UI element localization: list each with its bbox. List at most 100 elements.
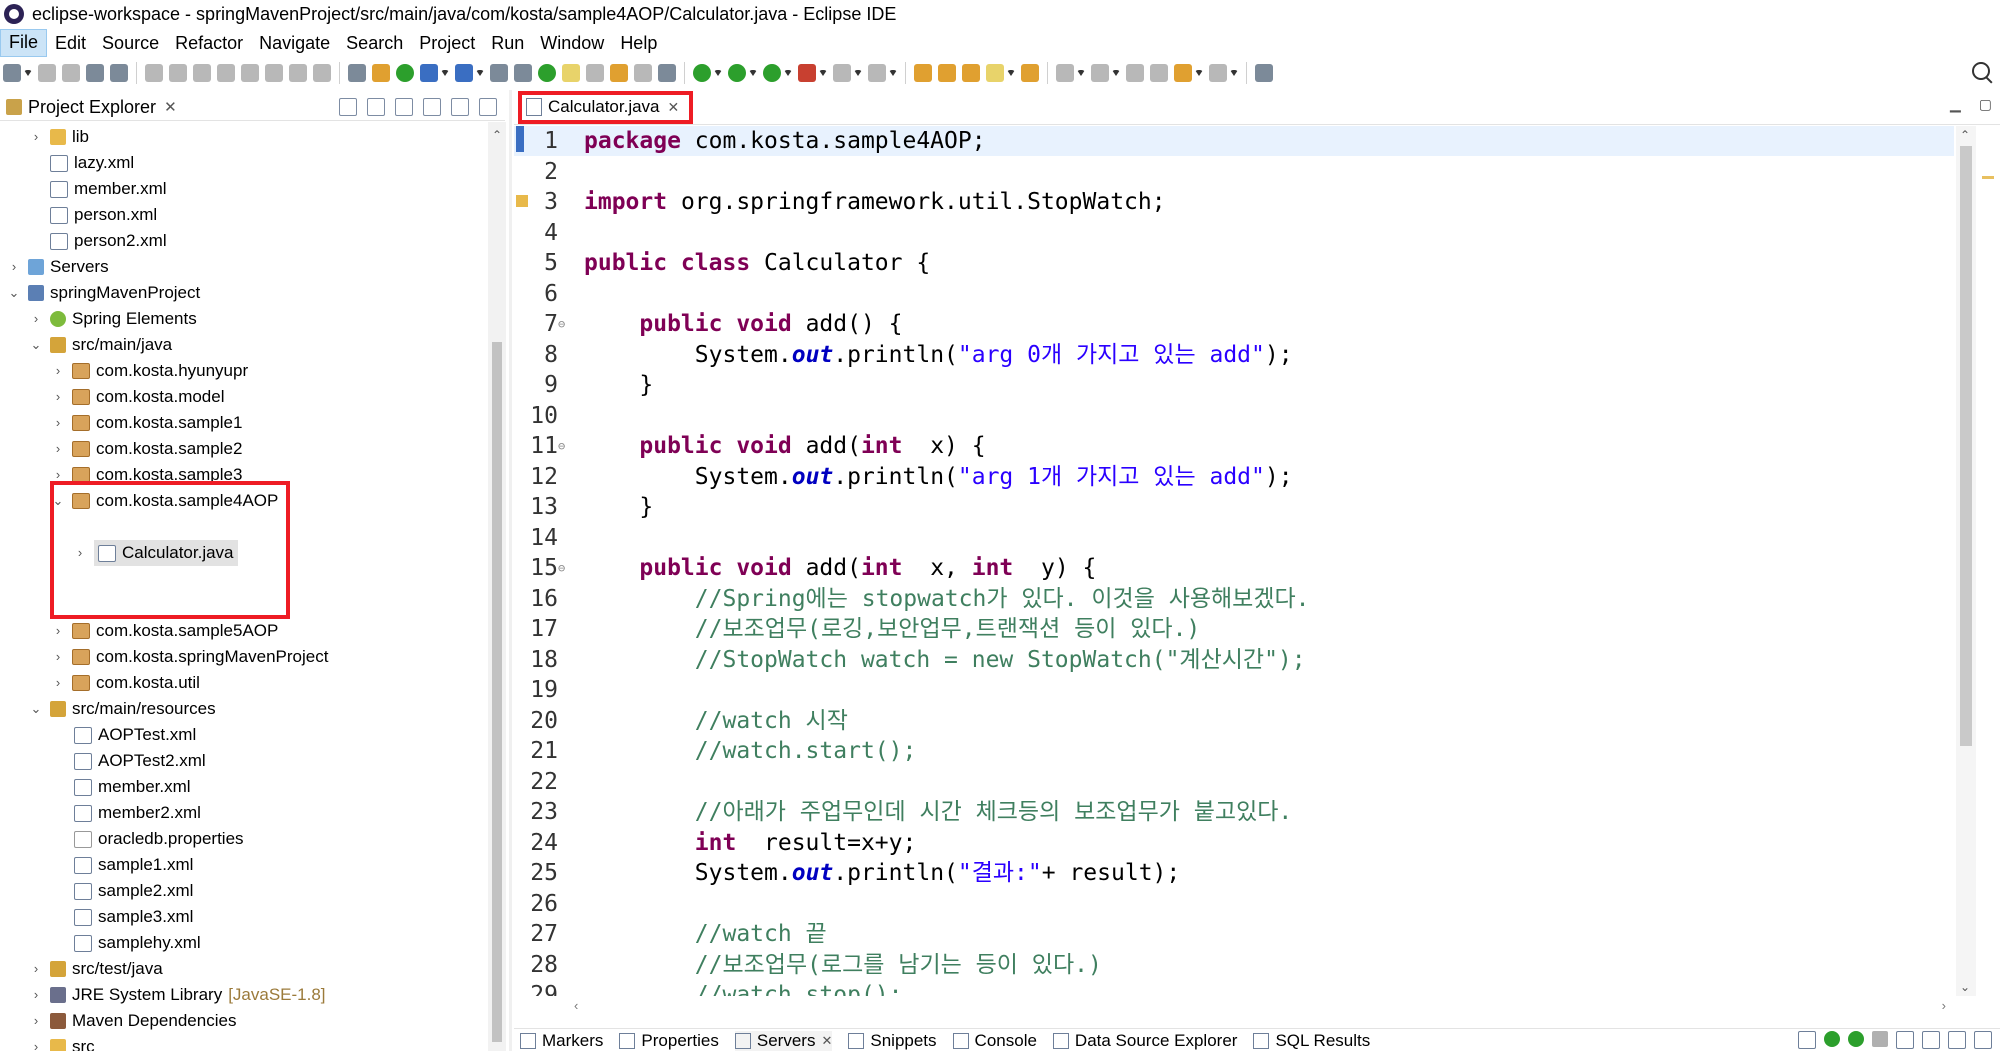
tree-item[interactable]: › src/test/java bbox=[30, 956, 163, 982]
tree-item[interactable]: › JRE System Library [JavaSE-1.8] bbox=[30, 982, 326, 1008]
chevron-right-icon[interactable]: › bbox=[52, 384, 64, 410]
tree-item[interactable]: lazy.xml bbox=[50, 150, 134, 176]
chevron-right-icon[interactable]: › bbox=[52, 644, 64, 670]
chevron-right-icon[interactable]: › bbox=[30, 956, 42, 982]
code-line[interactable]: 7 ⊖ public void add() { bbox=[514, 309, 1954, 339]
resume-icon[interactable] bbox=[169, 64, 187, 82]
project-explorer-scrollbar[interactable]: ⌃ bbox=[488, 122, 506, 1051]
view-menu-icon[interactable] bbox=[423, 98, 441, 116]
editor-vertical-scrollbar[interactable]: ⌃ ⌄ bbox=[1956, 126, 1976, 996]
pilcrow-icon[interactable] bbox=[658, 64, 676, 82]
code-line[interactable]: 12 System.out.println("arg 1개 가지고 있는 add… bbox=[514, 462, 1954, 492]
toggle-mark-occurrences-icon[interactable] bbox=[562, 64, 580, 82]
tab-data-source-explorer[interactable]: Data Source Explorer bbox=[1052, 1031, 1237, 1051]
tree-item[interactable]: AOPTest.xml bbox=[74, 722, 196, 748]
code-line[interactable]: 13 } bbox=[514, 492, 1954, 522]
menu-help[interactable]: Help bbox=[612, 30, 665, 56]
tab-console[interactable]: Console bbox=[952, 1031, 1037, 1051]
chevron-right-icon[interactable]: › bbox=[52, 618, 64, 644]
pen-icon[interactable] bbox=[986, 64, 1004, 82]
overview-ruler[interactable] bbox=[1978, 126, 2000, 996]
terminate-icon[interactable] bbox=[217, 64, 235, 82]
debug-icon[interactable] bbox=[693, 64, 711, 82]
code-line[interactable]: 1 package com.kosta.sample4AOP; bbox=[514, 126, 1954, 156]
disconnect-icon[interactable] bbox=[241, 64, 259, 82]
code-editor[interactable]: 1 package com.kosta.sample4AOP; 2 3 import o… bbox=[514, 126, 1988, 996]
code-line[interactable]: 24 int result=x+y; bbox=[514, 828, 1954, 858]
chevron-down-icon[interactable] bbox=[24, 70, 32, 76]
tree-item[interactable]: › com.kosta.hyunyupr bbox=[52, 358, 248, 384]
tree-item[interactable]: › Spring Elements bbox=[30, 306, 197, 332]
open-folder-icon[interactable] bbox=[938, 64, 956, 82]
menu-source[interactable]: Source bbox=[94, 30, 167, 56]
close-icon[interactable]: ✕ bbox=[164, 98, 177, 116]
block-selection-icon[interactable] bbox=[610, 64, 628, 82]
profile-icon[interactable] bbox=[868, 64, 886, 82]
menu-window[interactable]: Window bbox=[532, 30, 612, 56]
menu-file[interactable]: File bbox=[0, 29, 48, 57]
overview-marker[interactable] bbox=[1982, 176, 1994, 179]
chevron-right-icon[interactable]: › bbox=[30, 1034, 42, 1051]
code-line[interactable]: 9 } bbox=[514, 370, 1954, 400]
code-line[interactable]: 21 //watch.start(); bbox=[514, 736, 1954, 766]
tab-snippets[interactable]: Snippets bbox=[848, 1031, 937, 1051]
chevron-down-icon[interactable]: ⌄ bbox=[8, 280, 20, 306]
chevron-right-icon[interactable]: › bbox=[30, 982, 42, 1008]
code-line[interactable]: 11 ⊖ public void add(int x) { bbox=[514, 431, 1954, 461]
tree-item[interactable]: member.xml bbox=[50, 176, 167, 202]
last-edit-icon[interactable] bbox=[1126, 64, 1144, 82]
step-over-icon[interactable] bbox=[289, 64, 307, 82]
chevron-down-icon[interactable] bbox=[819, 70, 827, 76]
code-line[interactable]: 4 bbox=[514, 218, 1954, 248]
tree-item[interactable]: ⌄ springMavenProject bbox=[8, 280, 201, 306]
chevron-down-icon[interactable] bbox=[1077, 70, 1085, 76]
tab-markers[interactable]: Markers bbox=[520, 1031, 603, 1051]
chevron-down-icon[interactable] bbox=[714, 70, 722, 76]
scrollbar-thumb[interactable] bbox=[1960, 146, 1972, 746]
code-line[interactable]: 23 //아래가 주업무인데 시간 체크등의 보조업무가 붙고있다. bbox=[514, 797, 1954, 827]
menu-edit[interactable]: Edit bbox=[47, 30, 94, 56]
next-annotation-icon[interactable] bbox=[1056, 64, 1074, 82]
tree-item[interactable]: › Servers bbox=[8, 254, 109, 280]
code-line[interactable]: 8 System.out.println("arg 0개 가지고 있는 add"… bbox=[514, 340, 1954, 370]
filter-icon[interactable] bbox=[395, 98, 413, 116]
chevron-left-icon[interactable]: ‹ bbox=[574, 998, 578, 1013]
tree-item[interactable]: › src bbox=[30, 1034, 95, 1051]
chevron-down-icon[interactable] bbox=[441, 70, 449, 76]
maximize-icon[interactable] bbox=[479, 98, 497, 116]
skip-breakpoints-icon[interactable] bbox=[145, 64, 163, 82]
new-java-project-icon[interactable] bbox=[455, 64, 473, 82]
minimize-icon[interactable]: ▁ bbox=[1950, 96, 1961, 113]
chevron-down-icon[interactable]: ⌄ bbox=[30, 332, 42, 358]
tree-item[interactable]: oracledb.properties bbox=[74, 826, 244, 852]
show-whitespace-icon[interactable] bbox=[634, 64, 652, 82]
debug-server-icon[interactable] bbox=[1824, 1031, 1840, 1047]
open-type-icon[interactable] bbox=[514, 64, 532, 82]
tree-item[interactable]: AOPTest2.xml bbox=[74, 748, 206, 774]
collapse-all-icon[interactable] bbox=[339, 98, 357, 116]
chevron-down-icon[interactable] bbox=[784, 70, 792, 76]
code-line[interactable]: 26 bbox=[514, 889, 1954, 919]
chevron-down-icon[interactable] bbox=[854, 70, 862, 76]
chevron-down-icon[interactable] bbox=[1195, 70, 1203, 76]
spring-icon[interactable] bbox=[538, 64, 556, 82]
tree-item[interactable]: › com.kosta.sample1 bbox=[52, 410, 243, 436]
menu-search[interactable]: Search bbox=[338, 30, 411, 56]
chevron-down-icon[interactable] bbox=[1112, 70, 1120, 76]
tab-servers[interactable]: Servers ✕ bbox=[734, 1030, 833, 1051]
tab-properties[interactable]: Properties bbox=[619, 1031, 719, 1051]
chevron-down-icon[interactable] bbox=[1007, 70, 1015, 76]
menu-navigate[interactable]: Navigate bbox=[251, 30, 338, 56]
tree-item[interactable]: person.xml bbox=[50, 202, 157, 228]
tree-item[interactable]: ⌄ src/main/java bbox=[30, 332, 173, 358]
view-menu-icon[interactable] bbox=[1922, 1031, 1940, 1049]
tree-item[interactable]: › com.kosta.sample5AOP bbox=[52, 618, 279, 644]
menu-project[interactable]: Project bbox=[411, 30, 483, 56]
tree-item[interactable]: person2.xml bbox=[50, 228, 167, 254]
chevron-right-icon[interactable]: › bbox=[8, 254, 20, 280]
menu-refactor[interactable]: Refactor bbox=[167, 30, 251, 56]
tree-item[interactable]: samplehy.xml bbox=[74, 930, 201, 956]
code-line[interactable]: 18 //StopWatch watch = new StopWatch("계산… bbox=[514, 645, 1954, 675]
code-line[interactable]: 14 bbox=[514, 523, 1954, 553]
open-task-icon[interactable] bbox=[914, 64, 932, 82]
